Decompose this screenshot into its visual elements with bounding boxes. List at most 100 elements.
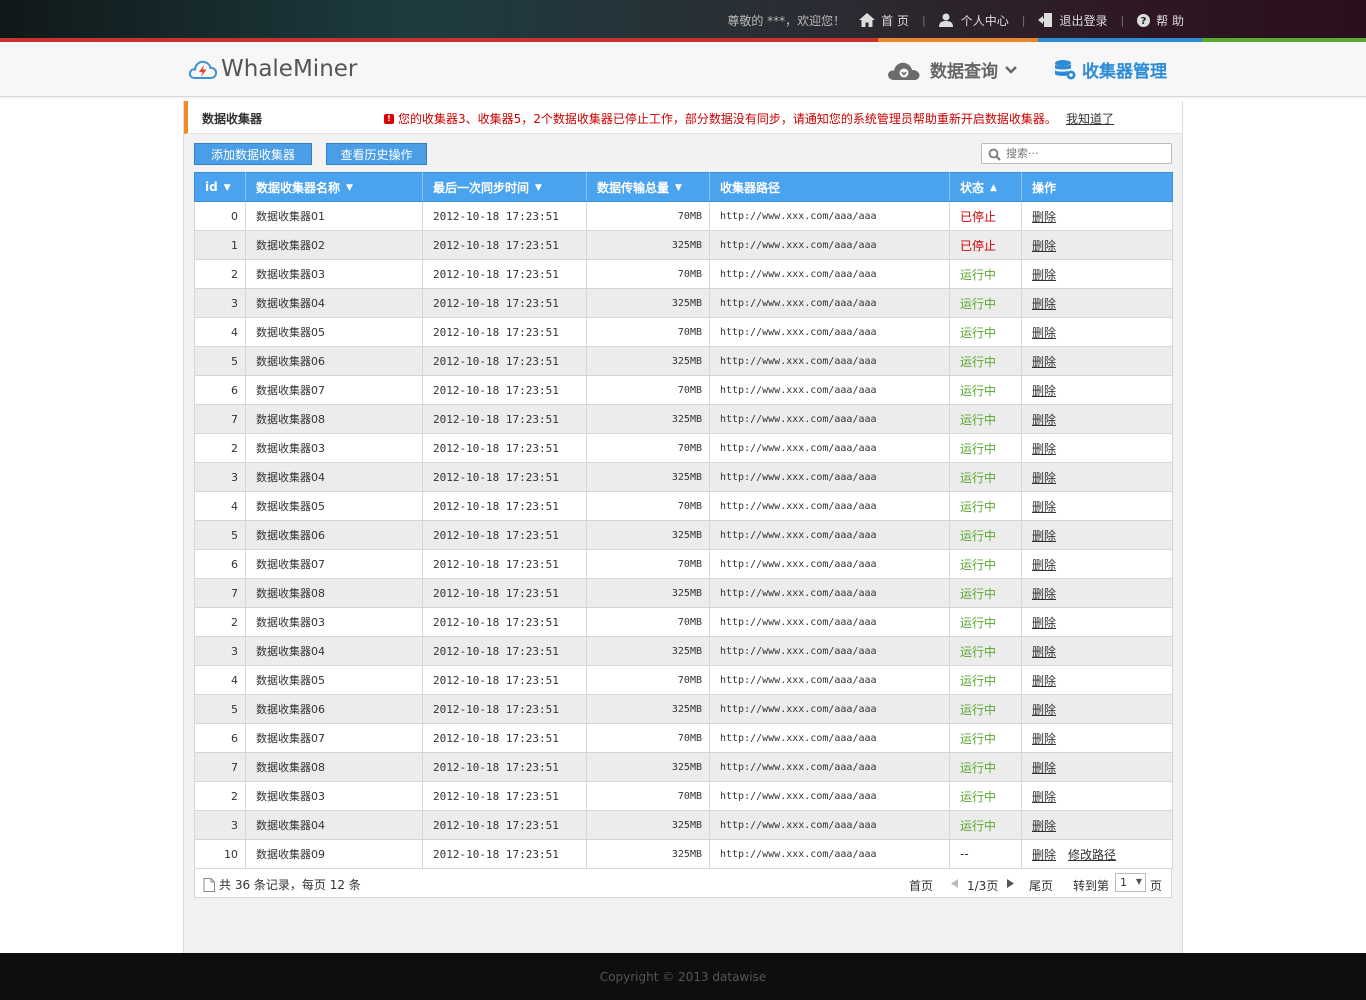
delete-link[interactable]: 删除 bbox=[1032, 790, 1056, 804]
cell-id: 3 bbox=[194, 288, 246, 318]
cell-id: 2 bbox=[194, 607, 246, 637]
search-box[interactable] bbox=[981, 143, 1172, 164]
cell-path: http://www.xxx.com/aaa/aaa bbox=[709, 839, 950, 869]
view-history-button[interactable]: 查看历史操作 bbox=[326, 143, 427, 165]
delete-link[interactable]: 删除 bbox=[1032, 732, 1056, 746]
dismiss-link[interactable]: 我知道了 bbox=[1066, 110, 1114, 127]
status-badge: 运行中 bbox=[960, 528, 997, 543]
column-header-label: 数据收集器名称 bbox=[256, 180, 341, 195]
cell-id: 4 bbox=[194, 317, 246, 347]
delete-link[interactable]: 删除 bbox=[1032, 500, 1056, 514]
column-header[interactable]: 数据收集器名称 ▼ bbox=[245, 172, 423, 202]
search-input[interactable] bbox=[1006, 146, 1166, 161]
delete-link[interactable]: 删除 bbox=[1032, 442, 1056, 456]
cell-transfer-size: 70MB bbox=[586, 665, 710, 695]
delete-link[interactable]: 删除 bbox=[1032, 529, 1056, 543]
cell-status: 运行中 bbox=[949, 346, 1022, 376]
profile-link[interactable]: 个人中心 bbox=[938, 12, 1009, 29]
help-label: 帮 助 bbox=[1156, 13, 1184, 28]
cell-name: 数据收集器04 bbox=[245, 462, 423, 492]
cell-sync-time: 2012-10-18 17:23:51 bbox=[422, 723, 587, 753]
user-icon bbox=[938, 13, 953, 27]
delete-link[interactable]: 删除 bbox=[1032, 384, 1056, 398]
column-header[interactable]: 状态 ▲ bbox=[949, 172, 1022, 202]
cell-id: 2 bbox=[194, 433, 246, 463]
delete-link[interactable]: 删除 bbox=[1032, 239, 1056, 253]
cell-id: 2 bbox=[194, 259, 246, 289]
sort-desc-icon: ▼ bbox=[675, 183, 682, 193]
table-row: 7 数据收集器08 2012-10-18 17:23:51 325MB http://w… bbox=[194, 578, 1173, 608]
home-link[interactable]: 首 页 bbox=[859, 12, 909, 29]
cell-name: 数据收集器01 bbox=[245, 201, 423, 231]
add-collector-button[interactable]: 添加数据收集器 bbox=[194, 143, 312, 165]
cell-transfer-size: 70MB bbox=[586, 781, 710, 811]
column-header[interactable]: 最后一次同步时间 ▼ bbox=[422, 172, 587, 202]
cell-actions: 删除 bbox=[1021, 781, 1173, 811]
delete-link[interactable]: 删除 bbox=[1032, 674, 1056, 688]
table-row: 0 数据收集器01 2012-10-18 17:23:51 70MB http://ww… bbox=[194, 201, 1173, 231]
prev-page-icon[interactable] bbox=[951, 879, 958, 888]
header: WhaleMiner 数据查询 收集器管理 bbox=[0, 42, 1366, 97]
first-page-link[interactable]: 首页 bbox=[909, 877, 933, 894]
alert-icon: ! bbox=[384, 113, 394, 124]
status-badge: 运行中 bbox=[960, 673, 997, 688]
delete-link[interactable]: 删除 bbox=[1032, 587, 1056, 601]
logout-label: 退出登录 bbox=[1059, 13, 1108, 28]
delete-link[interactable]: 删除 bbox=[1032, 326, 1056, 340]
cell-sync-time: 2012-10-18 17:23:51 bbox=[422, 201, 587, 231]
greeting-text: 尊敬的 ***，欢迎您！ bbox=[727, 13, 846, 28]
delete-link[interactable]: 删除 bbox=[1032, 703, 1056, 717]
cell-actions: 删除 bbox=[1021, 549, 1173, 579]
delete-link[interactable]: 删除 bbox=[1032, 471, 1056, 485]
table-row: 6 数据收集器07 2012-10-18 17:23:51 70MB http://ww… bbox=[194, 375, 1173, 405]
cell-path: http://www.xxx.com/aaa/aaa bbox=[709, 375, 950, 405]
last-page-link[interactable]: 尾页 bbox=[1029, 877, 1053, 894]
edit-path-link[interactable]: 修改路径 bbox=[1068, 848, 1116, 862]
separator: | bbox=[1120, 13, 1125, 27]
table-row: 5 数据收集器06 2012-10-18 17:23:51 325MB http://w… bbox=[194, 520, 1173, 550]
cell-sync-time: 2012-10-18 17:23:51 bbox=[422, 810, 587, 840]
column-header[interactable]: id ▼ bbox=[194, 172, 246, 202]
logo[interactable]: WhaleMiner bbox=[188, 56, 357, 82]
delete-link[interactable]: 删除 bbox=[1032, 297, 1056, 311]
cell-status: 运行中 bbox=[949, 317, 1022, 347]
column-header[interactable]: 数据传输总量 ▼ bbox=[586, 172, 710, 202]
logout-link[interactable]: 退出登录 bbox=[1038, 12, 1107, 29]
delete-link[interactable]: 删除 bbox=[1032, 819, 1056, 833]
cell-name: 数据收集器05 bbox=[245, 665, 423, 695]
cell-sync-time: 2012-10-18 17:23:51 bbox=[422, 839, 587, 869]
delete-link[interactable]: 删除 bbox=[1032, 558, 1056, 572]
profile-label: 个人中心 bbox=[960, 13, 1009, 28]
sort-desc-icon: ▼ bbox=[346, 183, 353, 193]
delete-link[interactable]: 删除 bbox=[1032, 645, 1056, 659]
nav-data-query[interactable]: 数据查询 bbox=[886, 57, 1026, 82]
cell-id: 2 bbox=[194, 781, 246, 811]
delete-link[interactable]: 删除 bbox=[1032, 268, 1056, 282]
delete-link[interactable]: 删除 bbox=[1032, 761, 1056, 775]
next-page-icon[interactable] bbox=[1007, 879, 1014, 888]
column-header-label: 数据传输总量 bbox=[597, 180, 670, 195]
page-select[interactable]: 1 ▼ bbox=[1115, 873, 1146, 892]
status-badge: 运行中 bbox=[960, 267, 997, 282]
cell-id: 5 bbox=[194, 520, 246, 550]
delete-link[interactable]: 删除 bbox=[1032, 355, 1056, 369]
cell-id: 7 bbox=[194, 404, 246, 434]
cell-status: 已停止 bbox=[949, 201, 1022, 231]
delete-link[interactable]: 删除 bbox=[1032, 848, 1056, 862]
delete-link[interactable]: 删除 bbox=[1032, 413, 1056, 427]
status-badge: 运行中 bbox=[960, 789, 997, 804]
cell-id: 3 bbox=[194, 462, 246, 492]
nav-collector-manage[interactable]: 收集器管理 bbox=[1054, 57, 1167, 82]
help-link[interactable]: ? 帮 助 bbox=[1137, 12, 1184, 29]
delete-link[interactable]: 删除 bbox=[1032, 210, 1056, 224]
cell-transfer-size: 325MB bbox=[586, 230, 710, 260]
table-row: 3 数据收集器04 2012-10-18 17:23:51 325MB http://w… bbox=[194, 810, 1173, 840]
table-row: 7 数据收集器08 2012-10-18 17:23:51 325MB http://w… bbox=[194, 404, 1173, 434]
help-icon: ? bbox=[1137, 13, 1151, 27]
delete-link[interactable]: 删除 bbox=[1032, 616, 1056, 630]
cell-status: 已停止 bbox=[949, 230, 1022, 260]
status-badge: 运行中 bbox=[960, 760, 997, 775]
table-row: 2 数据收集器03 2012-10-18 17:23:51 70MB http://ww… bbox=[194, 259, 1173, 289]
table-row: 6 数据收集器07 2012-10-18 17:23:51 70MB http://ww… bbox=[194, 549, 1173, 579]
cell-name: 数据收集器07 bbox=[245, 549, 423, 579]
